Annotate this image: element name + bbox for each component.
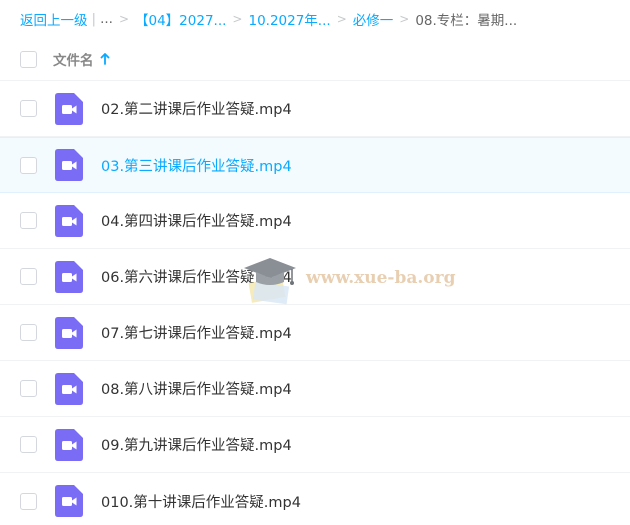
table-row[interactable]: 06.第六讲课后作业答疑.mp4 [0,249,630,305]
file-name[interactable]: 03.第三讲课后作业答疑.mp4 [101,155,292,176]
chevron-right-icon: > [336,12,347,26]
breadcrumb-divider: | [91,11,97,27]
breadcrumb-item[interactable]: 10.2027年... [248,9,330,29]
table-row[interactable]: 08.第八讲课后作业答疑.mp4 [0,361,630,417]
table-row[interactable]: 010.第十讲课后作业答疑.mp4 [0,473,630,525]
video-file-icon [55,92,83,125]
select-all-checkbox[interactable] [20,50,37,68]
video-file-icon [55,428,83,461]
sort-by-name-button[interactable]: 文件名 [53,49,110,69]
sort-ascending-icon [100,53,109,65]
video-file-icon [55,260,83,293]
file-name[interactable]: 02.第二讲课后作业答疑.mp4 [101,98,292,119]
file-name[interactable]: 09.第九讲课后作业答疑.mp4 [101,434,292,455]
breadcrumb-current: 08.专栏：暑期... [415,13,518,29]
breadcrumb-item[interactable]: 必修一 [353,9,394,29]
row-checkbox[interactable] [20,100,37,117]
table-row[interactable]: 02.第二讲课后作业答疑.mp4 [0,81,630,137]
row-checkbox[interactable] [20,324,37,341]
video-file-icon [55,204,83,237]
video-file-icon [55,316,83,349]
file-list-header: 文件名 [0,38,630,81]
video-file-icon [55,149,83,181]
breadcrumb-item[interactable]: 【04】2027... [135,9,226,29]
chevron-right-icon: > [399,12,410,26]
chevron-right-icon: > [232,12,243,26]
table-row[interactable]: 09.第九讲课后作业答疑.mp4 [0,417,630,473]
row-checkbox[interactable] [20,268,37,285]
table-row[interactable]: 03.第三讲课后作业答疑.mp4 [0,137,630,193]
chevron-right-icon: > [118,12,129,26]
file-name[interactable]: 010.第十讲课后作业答疑.mp4 [101,491,301,512]
row-checkbox[interactable] [20,380,37,397]
file-name[interactable]: 08.第八讲课后作业答疑.mp4 [101,378,292,399]
row-checkbox[interactable] [20,156,37,174]
row-checkbox[interactable] [20,212,37,229]
back-link[interactable]: 返回上一级 [20,9,88,29]
row-checkbox[interactable] [20,436,37,453]
breadcrumb-ellipsis[interactable]: ... [100,11,113,27]
row-checkbox[interactable] [20,492,37,510]
file-name[interactable]: 06.第六讲课后作业答疑.mp4 [101,266,292,287]
breadcrumb: 返回上一级 | ... > 【04】2027... > 10.2027年... … [20,0,628,38]
video-file-icon [55,485,83,517]
file-name[interactable]: 04.第四讲课后作业答疑.mp4 [101,210,292,231]
table-row[interactable]: 04.第四讲课后作业答疑.mp4 [0,193,630,249]
video-file-icon [55,372,83,405]
file-name[interactable]: 07.第七讲课后作业答疑.mp4 [101,322,292,343]
table-row[interactable]: 07.第七讲课后作业答疑.mp4 [0,305,630,361]
column-label: 文件名 [53,53,94,69]
